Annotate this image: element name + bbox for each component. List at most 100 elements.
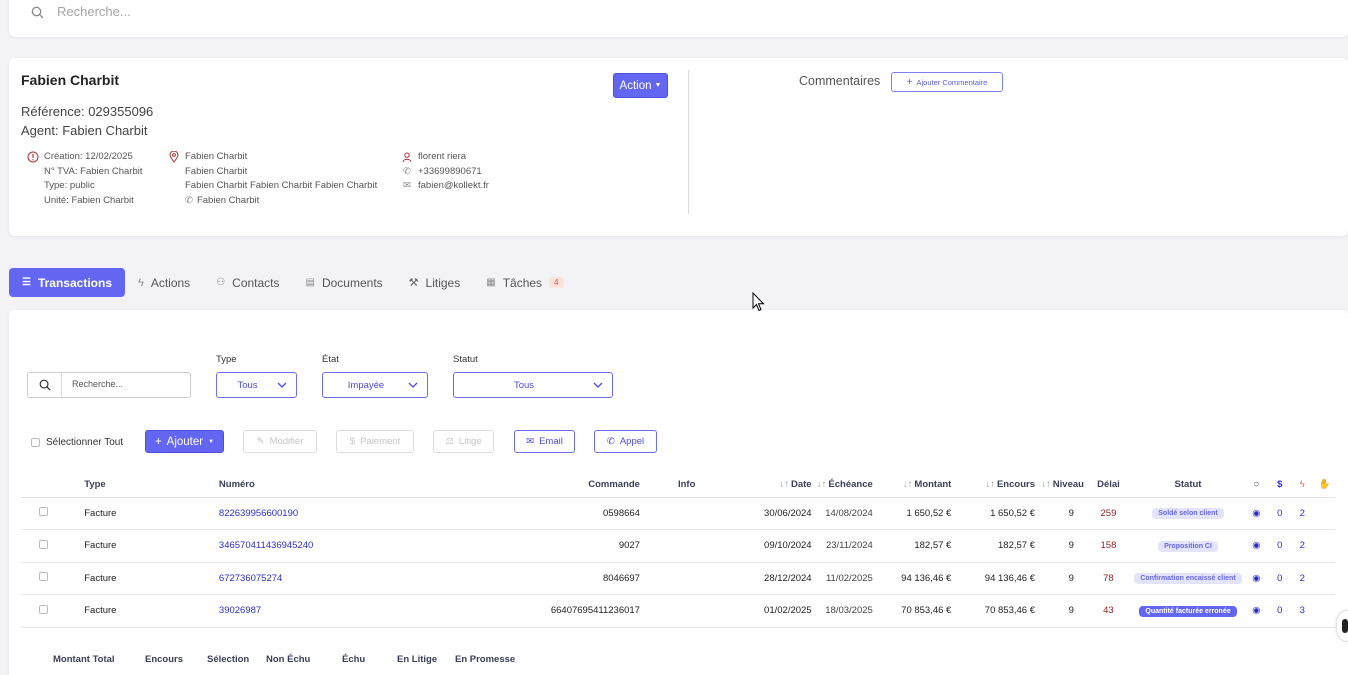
col-niveau[interactable]: ↓↑ Niveau: [1034, 472, 1084, 498]
row-numero-link[interactable]: 39026987: [219, 605, 261, 616]
table-row[interactable]: Facture 672736075274 8046697 28/12/2024 11/0…: [21, 562, 1335, 595]
add-comment-button[interactable]: + Ajouter Commentaire: [891, 72, 1003, 92]
row-checkbox[interactable]: [39, 572, 48, 582]
client-reference: Référence: 029355096: [21, 104, 154, 119]
col-statut[interactable]: Statut: [1132, 472, 1244, 498]
email-button[interactable]: ✉ Email: [514, 430, 575, 453]
row-montant: 1 650,52 €: [906, 507, 952, 519]
row-montant: 94 136,46 €: [901, 572, 952, 584]
etat-filter-select[interactable]: Impayée: [322, 372, 428, 398]
address-line: Fabien Charbit: [196, 194, 260, 206]
row-actions-count[interactable]: 3: [1300, 605, 1305, 616]
dollar-icon: $: [349, 436, 356, 447]
row-actions-count[interactable]: 2: [1300, 508, 1305, 519]
row-actions-count[interactable]: 2: [1300, 540, 1305, 551]
tab-transactions[interactable]: ☰ Transactions: [9, 268, 125, 297]
tab-label: Documents: [321, 275, 383, 290]
eye-icon[interactable]: ◉: [1252, 540, 1260, 551]
col-commande[interactable]: Commande: [473, 472, 678, 498]
hand-column-icon: ✋: [1314, 472, 1335, 498]
chevron-down-icon: [593, 380, 603, 393]
transactions-panel: Type Tous État Impayée Statut Tous Sélec…: [9, 310, 1348, 675]
type-filter-select[interactable]: Tous: [216, 372, 297, 398]
sort-icon: ↓↑: [902, 478, 913, 490]
phone-icon: ✆: [185, 194, 193, 206]
tab-litiges[interactable]: ⚒ Litiges: [396, 268, 474, 297]
row-type: Facture: [84, 605, 117, 617]
plus-icon: +: [906, 76, 913, 88]
edit-button[interactable]: ✎ Modifier: [243, 430, 317, 453]
tab-contacts[interactable]: ⚇ Contacts: [203, 268, 292, 297]
col-encours-label: Encours: [996, 478, 1035, 490]
table-row[interactable]: Facture 822639956600190 0598664 30/06/2024 1…: [21, 497, 1335, 530]
eye-icon[interactable]: ◉: [1252, 605, 1260, 616]
row-encours: 94 136,46 €: [984, 572, 1035, 584]
row-date: 01/02/2025: [764, 605, 812, 617]
select-all-checkbox[interactable]: [31, 438, 40, 447]
row-numero-link[interactable]: 346570411436945240: [219, 540, 313, 551]
call-button[interactable]: ✆ Appel: [594, 430, 657, 453]
row-status-badge: Quantité facturée erronée: [1139, 605, 1237, 617]
tab-actions[interactable]: ϟ Actions: [125, 268, 203, 297]
payment-button[interactable]: $ Paiement: [336, 430, 414, 453]
row-comments-count[interactable]: 0: [1277, 605, 1282, 616]
info-line: Type: public: [44, 180, 95, 191]
col-type[interactable]: Type: [84, 472, 219, 498]
tab-documents[interactable]: ▤ Documents: [293, 268, 396, 297]
document-icon: ▤: [305, 277, 315, 288]
row-encours: 182,57 €: [998, 540, 1035, 552]
tab-taches[interactable]: ▦ Tâches 4: [473, 268, 576, 297]
col-echeance[interactable]: ↓↑ Échéance: [811, 472, 873, 498]
col-delai[interactable]: Délai: [1083, 472, 1133, 498]
eye-icon[interactable]: ◉: [1252, 508, 1260, 519]
dispute-button[interactable]: ⚖ Litige: [433, 430, 494, 453]
global-search-input[interactable]: [57, 4, 457, 19]
select-all[interactable]: Sélectionner Tout: [31, 437, 123, 448]
tab-label: Tâches: [502, 275, 543, 290]
col-date-label: Date: [791, 478, 812, 490]
row-comments-count[interactable]: 0: [1277, 508, 1282, 519]
row-checkbox[interactable]: [39, 539, 48, 549]
type-filter-value: Tous: [237, 379, 258, 391]
row-comments-count[interactable]: 0: [1277, 540, 1282, 551]
pencil-icon: ✎: [256, 436, 265, 447]
row-delai: 259: [1100, 507, 1117, 519]
caret-down-icon: ▼: [654, 82, 662, 89]
add-label: Ajouter: [166, 435, 204, 448]
row-commande: 0598664: [602, 507, 640, 519]
eye-icon[interactable]: ◉: [1252, 573, 1260, 584]
row-checkbox[interactable]: [39, 507, 48, 517]
client-info: Création: 12/02/2025 N° TVA: Fabien Char…: [26, 150, 143, 208]
table-row[interactable]: Facture 39026987 66407695411236017 01/02/20…: [21, 594, 1335, 628]
row-actions-count[interactable]: 2: [1300, 573, 1305, 584]
info-line: N° TVA: Fabien Charbit: [44, 165, 143, 177]
row-numero-link[interactable]: 672736075274: [219, 573, 282, 584]
table-row[interactable]: Facture 346570411436945240 9027 09/10/2024 2…: [21, 529, 1335, 563]
mail-icon: ✉: [526, 436, 535, 447]
col-encours[interactable]: ↓↑ Encours: [951, 472, 1035, 498]
chat-widget-button[interactable]: [1337, 611, 1348, 641]
col-echeance-label: Échéance: [828, 478, 873, 490]
row-numero-link[interactable]: 822639956600190: [219, 508, 298, 519]
row-checkbox[interactable]: [39, 604, 48, 614]
col-montant[interactable]: ↓↑ Montant: [872, 472, 952, 498]
row-status-badge: Proposition CI: [1158, 540, 1218, 552]
tab-label: Actions: [150, 275, 191, 290]
col-info[interactable]: Info: [677, 472, 745, 498]
table-header-row: Type Numéro Commande Info ↓↑ Date ↓↑ Échéa…: [21, 472, 1335, 498]
total-label-selection: Sélection: [207, 654, 250, 665]
statut-filter-value: Tous: [513, 379, 535, 391]
transactions-search-input[interactable]: [72, 379, 182, 389]
col-date[interactable]: ↓↑ Date: [744, 472, 812, 498]
user-icon: [400, 152, 414, 163]
payment-label: Paiement: [360, 436, 401, 447]
add-dropdown-button[interactable]: + Ajouter ▼: [145, 430, 224, 453]
col-numero[interactable]: Numéro: [218, 472, 474, 498]
row-echeance: 18/03/2025: [825, 605, 873, 617]
row-commande: 8046697: [602, 572, 640, 584]
row-delai: 158: [1100, 540, 1117, 552]
row-montant: 182,57 €: [914, 540, 952, 552]
statut-filter-select[interactable]: Tous: [453, 372, 613, 398]
row-comments-count[interactable]: 0: [1277, 573, 1282, 584]
action-dropdown-button[interactable]: Action ▼: [613, 73, 668, 98]
